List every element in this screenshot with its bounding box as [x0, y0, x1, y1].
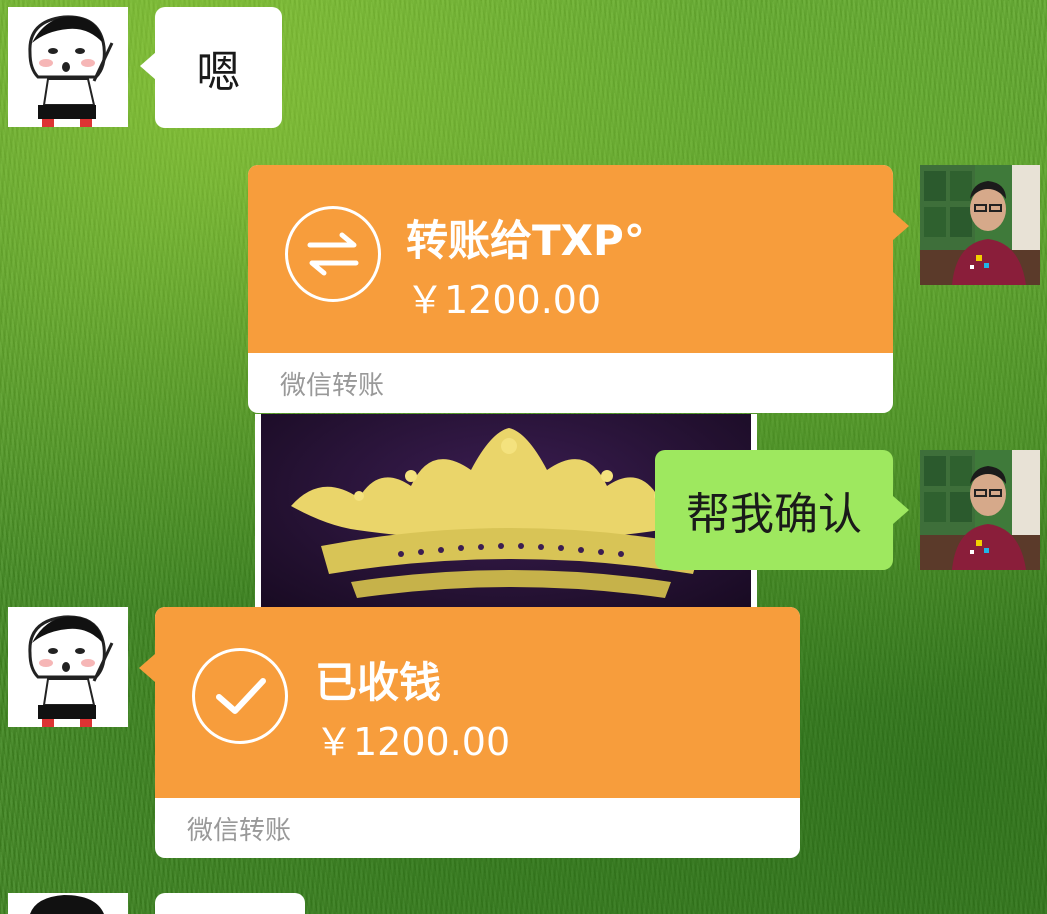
bubble-tail: [893, 212, 909, 240]
transfer-title: 转账给TXP°: [406, 216, 645, 265]
transfer-title: 已收钱: [315, 658, 442, 707]
contact-avatar[interactable]: [8, 607, 128, 727]
transfer-amount: ￥1200.00: [315, 720, 511, 764]
contact-avatar[interactable]: [8, 7, 128, 127]
swap-arrows-icon: [285, 206, 381, 302]
transfer-card-header: 转账给TXP° ￥1200.00: [248, 165, 893, 353]
transfer-footer: 微信转账: [187, 815, 292, 846]
text-message-bubble[interactable]: [155, 893, 305, 914]
transfer-card-header: 已收钱 ￥1200.00: [155, 607, 800, 798]
text-message-bubble[interactable]: 帮我确认: [655, 450, 893, 570]
text-message-bubble[interactable]: 嗯: [155, 7, 282, 128]
self-avatar[interactable]: [920, 165, 1040, 285]
checkmark-icon: [192, 648, 288, 744]
bubble-tail: [893, 496, 909, 524]
bubble-tail: [139, 654, 155, 682]
transfer-card-sent[interactable]: 转账给TXP° ￥1200.00 微信转账: [248, 165, 893, 413]
transfer-footer: 微信转账: [280, 370, 385, 401]
bubble-tail: [140, 52, 156, 80]
transfer-amount: ￥1200.00: [406, 278, 602, 322]
message-text: 帮我确认: [686, 489, 862, 540]
transfer-card-received[interactable]: 已收钱 ￥1200.00 微信转账: [155, 607, 800, 858]
contact-avatar[interactable]: [8, 893, 128, 914]
message-text: 嗯: [196, 46, 241, 98]
self-avatar[interactable]: [920, 450, 1040, 570]
